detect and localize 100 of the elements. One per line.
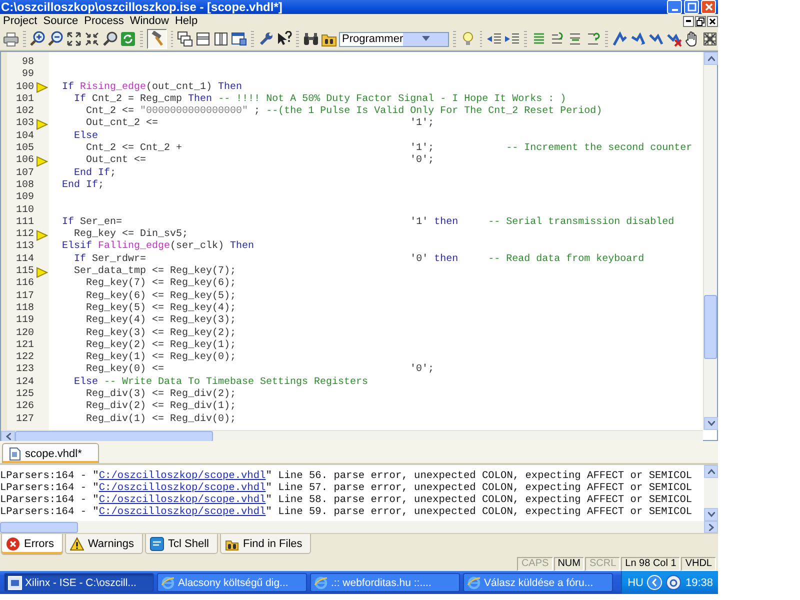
line-number: 110 bbox=[14, 204, 34, 217]
minimize-icon bbox=[686, 20, 691, 22]
code-line: Elsif Falling_edge(ser_clk) Then bbox=[62, 241, 256, 254]
scroll-down-icon[interactable] bbox=[708, 512, 714, 517]
line-number: 126 bbox=[14, 401, 34, 414]
code-line: If Ser_en= '1' then -- Serial transmission disabled bbox=[62, 216, 676, 228]
scroll-right-icon[interactable] bbox=[708, 524, 714, 530]
chevron-icon[interactable] bbox=[647, 575, 662, 590]
file-link[interactable]: C:/oszcilloszkop/scope.vhdl bbox=[98, 506, 266, 518]
scroll-thumb[interactable] bbox=[704, 295, 717, 359]
panel-tab[interactable]: Errors bbox=[1, 534, 63, 555]
panel-tab[interactable]: Warnings bbox=[64, 534, 144, 554]
search-icon[interactable] bbox=[102, 31, 118, 47]
dropdown-arrow-icon bbox=[422, 36, 430, 42]
code-line: Reg_key(0) <= '0'; bbox=[85, 364, 436, 376]
minimize-icon bbox=[672, 9, 678, 11]
expand-icon[interactable] bbox=[66, 31, 82, 47]
minimize-button[interactable] bbox=[683, 16, 694, 26]
panel-tab[interactable]: Tcl Shell bbox=[145, 534, 218, 554]
build-button[interactable] bbox=[146, 29, 167, 49]
tray-app-icon[interactable] bbox=[666, 575, 682, 590]
taskbar-button[interactable]: Válasz küldése a fóru... bbox=[463, 573, 613, 592]
line-number: 109 bbox=[14, 192, 34, 205]
scroll-up-icon[interactable] bbox=[708, 469, 714, 474]
arrow-cross-icon[interactable] bbox=[666, 31, 682, 47]
taskbar-button[interactable]: Xilinx - ISE - C:\oszcill... bbox=[4, 573, 154, 592]
menu-item[interactable]: Window bbox=[126, 14, 172, 28]
line-number: 113 bbox=[14, 241, 34, 254]
console-line: LParsers:164 - "C:/oszcilloszkop/scope.vhdl" Line 56. parse error, unexpected COLON, expecting AFFECT or SEMICOL bbox=[0, 470, 692, 482]
code-line: Else -- Write Data To Timebase Settings Registers bbox=[73, 376, 370, 388]
code-line: Out_cnt_2 <= '1'; bbox=[85, 118, 436, 130]
zoom-in-icon[interactable] bbox=[30, 31, 46, 47]
line-number: 124 bbox=[14, 376, 34, 389]
close-icon bbox=[704, 2, 714, 12]
line-number: 119 bbox=[14, 315, 34, 328]
close-button[interactable] bbox=[707, 16, 718, 26]
document-tab[interactable]: scope.vhdl* bbox=[2, 443, 99, 463]
grid-icon[interactable] bbox=[702, 31, 718, 47]
horizontal-scrollbar[interactable] bbox=[1, 430, 703, 442]
window-icon[interactable] bbox=[231, 31, 248, 47]
language-indicator[interactable]: HU bbox=[628, 576, 644, 588]
warning-icon bbox=[70, 536, 84, 550]
line-number: 100 bbox=[14, 82, 34, 94]
code-line: Reg_key(7) <= Reg_key(6); bbox=[85, 278, 238, 290]
collapse-icon[interactable] bbox=[84, 31, 100, 47]
refresh-icon[interactable] bbox=[120, 31, 136, 47]
tile-vertical-icon[interactable] bbox=[213, 31, 230, 47]
menu-item[interactable]: Source bbox=[40, 14, 82, 28]
menu-item[interactable]: Help bbox=[172, 14, 201, 28]
scroll-down-icon[interactable] bbox=[708, 421, 714, 426]
bookmark-icon[interactable] bbox=[585, 31, 602, 47]
file-link[interactable]: C:/oszcilloszkop/scope.vhdl bbox=[98, 470, 266, 482]
binoculars-icon[interactable] bbox=[302, 31, 319, 47]
code-line: Reg_div(3) <= Reg_div(2); bbox=[85, 389, 238, 400]
maximize-icon bbox=[686, 2, 696, 12]
line-number: 115 bbox=[14, 266, 34, 278]
line-number: 101 bbox=[14, 94, 34, 106]
line-number: 121 bbox=[14, 340, 34, 352]
line-number: 105 bbox=[14, 143, 34, 155]
help-pointer-icon[interactable] bbox=[276, 31, 292, 47]
wrench-icon[interactable] bbox=[258, 31, 274, 47]
line-number: 123 bbox=[14, 364, 34, 377]
menu-item[interactable]: Project bbox=[0, 14, 40, 28]
status-indicator: VHDL bbox=[681, 556, 716, 570]
line-number: 125 bbox=[14, 389, 34, 401]
scroll-thumb[interactable] bbox=[15, 431, 213, 442]
line-number: 116 bbox=[14, 278, 34, 291]
file-link[interactable]: C:/oszcilloszkop/scope.vhdl bbox=[98, 482, 266, 494]
tile-horizontal-icon[interactable] bbox=[195, 31, 212, 47]
restore-icon bbox=[696, 16, 705, 26]
code-line: Reg_div(1) <= Reg_div(0); bbox=[85, 414, 238, 426]
programmer-combo[interactable]: Programmer bbox=[338, 32, 449, 46]
browser-icon bbox=[314, 576, 328, 590]
line-number: 108 bbox=[14, 180, 34, 192]
line-number: 114 bbox=[14, 254, 34, 266]
scroll-left-icon[interactable] bbox=[6, 433, 10, 440]
line-number: 117 bbox=[14, 290, 34, 303]
line-number: 107 bbox=[14, 168, 34, 180]
code-line: End If; bbox=[73, 168, 118, 180]
restore-button[interactable] bbox=[695, 16, 706, 26]
vertical-scrollbar[interactable] bbox=[704, 465, 718, 521]
vertical-scrollbar[interactable] bbox=[703, 52, 717, 430]
taskbar-button[interactable]: Alacsony költségű dig... bbox=[157, 573, 307, 592]
scroll-thumb[interactable] bbox=[0, 522, 78, 532]
menu-item[interactable]: Process bbox=[81, 14, 127, 28]
zoom-out-icon[interactable] bbox=[48, 31, 64, 47]
status-indicator: SCRL bbox=[585, 556, 620, 570]
code-line: If Rising_edge(out_cnt_1) Then bbox=[62, 82, 244, 94]
horizontal-scrollbar[interactable] bbox=[0, 521, 704, 533]
printer-icon[interactable] bbox=[3, 31, 19, 47]
status-indicator: Ln 98 Col 1 bbox=[621, 556, 680, 570]
panel-tab[interactable]: Find in Files bbox=[220, 534, 312, 554]
taskbar-button[interactable]: .:: webforditas.hu ::.... bbox=[310, 573, 460, 592]
arrow-icon[interactable] bbox=[630, 31, 646, 47]
code-line: Reg_key(4) <= Reg_key(3); bbox=[85, 315, 238, 328]
scroll-up-icon[interactable] bbox=[708, 56, 714, 61]
maximize-button[interactable] bbox=[684, 0, 699, 14]
cascade-windows-icon[interactable] bbox=[177, 31, 194, 47]
code-line: Out_cnt <= '0'; bbox=[85, 155, 436, 168]
file-link[interactable]: C:/oszcilloszkop/scope.vhdl bbox=[98, 494, 266, 506]
